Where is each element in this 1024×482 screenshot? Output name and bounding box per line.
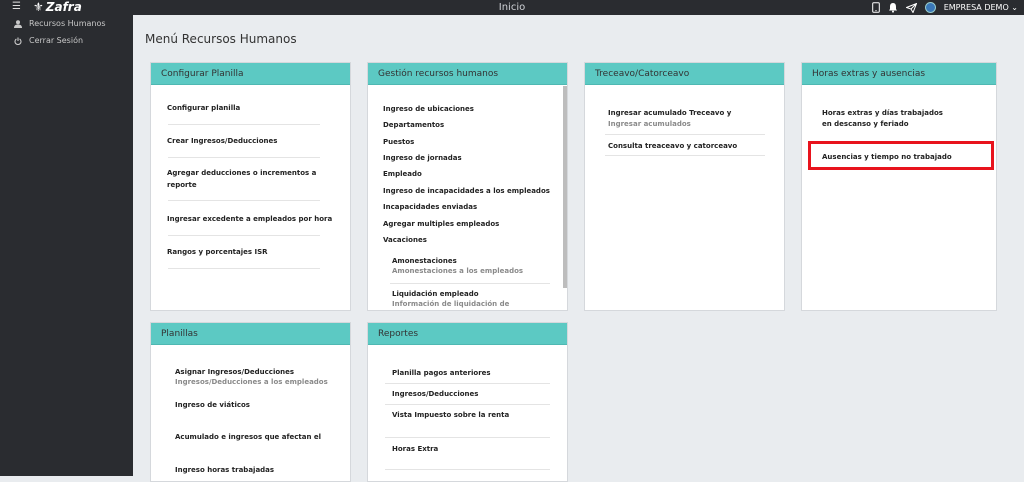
avatar[interactable] (924, 2, 936, 13)
divider (385, 437, 550, 438)
divider (605, 155, 765, 156)
panel-horas-extras-ausencias: Horas extras y ausencias Horas extras y … (801, 62, 997, 311)
menu-item-empleado[interactable]: Empleado (383, 170, 422, 179)
menu-item-departamentos[interactable]: Departamentos (383, 121, 444, 130)
menu-item-liquidacion-empleado[interactable]: Liquidación empleado (392, 290, 479, 299)
highlight-box (808, 141, 994, 170)
menu-item-amonestaciones[interactable]: Amonestaciones (392, 257, 457, 266)
panel-title: Treceavo/Catorceavo (585, 63, 784, 85)
sidebar-item-cerrar-sesion[interactable]: Cerrar Sesión (0, 32, 133, 49)
divider (385, 404, 550, 405)
bell-icon[interactable] (888, 2, 898, 13)
menu-item-ingresar-acumulado-treceavo[interactable]: Ingresar acumulado Treceavo y (608, 109, 731, 118)
menu-item-agregar-deducciones-line2[interactable]: reporte (167, 181, 197, 190)
menu-item-vista-impuesto[interactable]: Vista Impuesto sobre la renta (392, 411, 509, 420)
panel-treceavo-catorceavo: Treceavo/Catorceavo Ingresar acumulado T… (584, 62, 785, 311)
menu-item-liquidacion-desc: Información de liquidación de (392, 300, 510, 308)
panel-gestion-recursos-humanos: Gestión recursos humanos Ingreso de ubic… (367, 62, 568, 311)
menu-item-agregar-deducciones[interactable]: Agregar deducciones o incrementos a (167, 169, 316, 178)
divider (385, 469, 550, 470)
menu-item-horas-extras[interactable]: Horas extras y días trabajados (822, 109, 943, 118)
divider (168, 157, 320, 158)
menu-item-ingresar-acumulados-desc: Ingresar acumulados (608, 120, 691, 128)
divider (385, 383, 550, 384)
divider (605, 134, 765, 135)
top-bar: ☰ ⚜ Zafra Inicio EMPRESA DEMO ⌄ (0, 0, 1024, 15)
panel-title: Gestión recursos humanos (368, 63, 567, 85)
menu-item-ingreso-jornadas[interactable]: Ingreso de jornadas (383, 154, 462, 163)
panel-configurar-planilla: Configurar Planilla Configurar planilla … (150, 62, 351, 311)
menu-item-rangos-isr[interactable]: Rangos y porcentajes ISR (167, 248, 268, 257)
menu-item-vacaciones[interactable]: Vacaciones (383, 236, 427, 245)
company-name: EMPRESA DEMO (943, 3, 1009, 12)
menu-item-asignar-ingresos-deducciones[interactable]: Asignar Ingresos/Deducciones (175, 368, 294, 377)
mobile-icon[interactable] (871, 2, 880, 13)
panel-reportes: Reportes Planilla pagos anteriores Ingre… (367, 322, 568, 482)
chevron-down-icon: ⌄ (1011, 3, 1018, 12)
company-menu[interactable]: EMPRESA DEMO ⌄ (944, 3, 1018, 12)
menu-item-agregar-multiples-empleados[interactable]: Agregar multiples empleados (383, 220, 499, 229)
menu-item-planilla-pagos-anteriores[interactable]: Planilla pagos anteriores (392, 369, 491, 378)
menu-item-ingreso-incapacidades[interactable]: Ingreso de incapacidades a los empleados (383, 187, 550, 196)
user-icon (14, 19, 22, 28)
menu-item-consulta-treaceavo[interactable]: Consulta treaceavo y catorceavo (608, 142, 737, 151)
menu-item-crear-ingresos-deducciones[interactable]: Crear Ingresos/Deducciones (167, 137, 277, 146)
menu-item-horas-extras-line2[interactable]: en descanso y feriado (822, 120, 909, 129)
send-icon[interactable] (905, 2, 917, 13)
menu-item-ingreso-horas-trabajadas[interactable]: Ingreso horas trabajadas (175, 466, 274, 475)
menu-item-amonestaciones-desc: Amonestaciones a los empleados (392, 267, 524, 275)
power-icon (14, 37, 22, 45)
menu-item-configurar-planilla[interactable]: Configurar planilla (167, 104, 240, 113)
menu-item-ingreso-ubicaciones[interactable]: Ingreso de ubicaciones (383, 105, 474, 114)
menu-item-asignar-ingresos-desc: Ingresos/Deducciones a los empleados (175, 378, 328, 386)
main-title: Menú Recursos Humanos (145, 32, 297, 46)
panel-title: Configurar Planilla (151, 63, 350, 85)
menu-item-ingresos-deducciones[interactable]: Ingresos/Deducciones (392, 390, 478, 399)
divider (168, 124, 320, 125)
divider (168, 200, 320, 201)
divider (390, 283, 550, 284)
panel-title: Horas extras y ausencias (802, 63, 996, 85)
sidebar-item-recursos-humanos[interactable]: Recursos Humanos (0, 15, 133, 32)
divider (168, 235, 320, 236)
menu-item-incapacidades-enviadas[interactable]: Incapacidades enviadas (383, 203, 477, 212)
scrollbar[interactable] (563, 86, 567, 288)
panel-planillas: Planillas Asignar Ingresos/Deducciones I… (150, 322, 351, 482)
sidebar: Recursos Humanos Cerrar Sesión (0, 15, 133, 476)
page-title: Inicio (498, 2, 526, 13)
sidebar-item-label: Recursos Humanos (29, 19, 106, 28)
menu-item-ingresar-excedente[interactable]: Ingresar excedente a empleados por hora (167, 215, 332, 224)
divider (168, 268, 320, 269)
menu-item-ingreso-viaticos[interactable]: Ingreso de viáticos (175, 401, 250, 410)
menu-item-puestos[interactable]: Puestos (383, 138, 414, 147)
sidebar-item-label: Cerrar Sesión (29, 36, 84, 45)
panel-title: Planillas (151, 323, 350, 345)
menu-item-horas-extra[interactable]: Horas Extra (392, 445, 438, 454)
menu-item-acumulado-ingresos[interactable]: Acumulado e ingresos que afectan el (175, 433, 321, 442)
panel-title: Reportes (368, 323, 567, 345)
